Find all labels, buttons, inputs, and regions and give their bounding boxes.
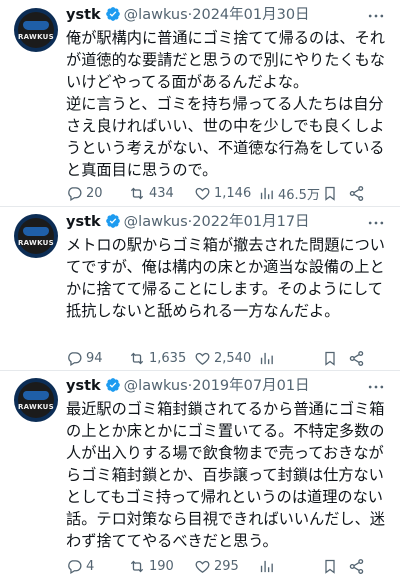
views-button[interactable]: [258, 558, 322, 575]
avatar-helmet: [18, 218, 54, 254]
verified-badge-icon: [105, 7, 120, 21]
reply-count: 20: [86, 185, 103, 201]
bookmark-icon: [325, 351, 335, 366]
more-options-icon[interactable]: [366, 213, 386, 233]
verified-badge-icon: [105, 378, 120, 392]
like-button[interactable]: 2,540: [194, 350, 258, 367]
bookmark-button[interactable]: [322, 350, 348, 367]
tweet-text: メトロの駅からゴミ箱が撤去された問題についてですが、俺は構内の床とか適当な設備の…: [66, 236, 385, 320]
share-button[interactable]: [348, 558, 368, 575]
share-icon: [349, 558, 364, 574]
share-icon: [349, 350, 364, 366]
retweet-icon: [130, 187, 144, 199]
share-icon: [349, 185, 364, 201]
views-chart-icon: [260, 560, 273, 572]
tweet-date[interactable]: 2019年07月01日: [192, 378, 309, 394]
avatar[interactable]: RAWKUS: [14, 8, 58, 52]
bookmark-icon: [325, 186, 335, 201]
avatar[interactable]: RAWKUS: [14, 214, 58, 258]
share-button[interactable]: [348, 350, 368, 367]
retweet-icon: [130, 352, 144, 364]
tweet-header: ystk @lawkus·2022年01月17日: [66, 212, 310, 232]
views-button[interactable]: 46.5万: [258, 184, 322, 203]
reply-count: 94: [86, 350, 103, 366]
tweet-header: ystk @lawkus·2024年01月30日: [66, 5, 310, 25]
like-button[interactable]: 295: [194, 558, 258, 575]
bookmark-button[interactable]: [322, 558, 348, 575]
heart-icon: [195, 352, 210, 365]
retweet-button[interactable]: 190: [128, 558, 194, 575]
avatar-helmet: [18, 12, 54, 48]
retweet-count: 434: [149, 185, 174, 201]
tweet[interactable]: RAWKUS ystk @lawkus·2019年07月01日 最近駅のゴミ箱封鎖…: [0, 370, 400, 579]
reply-icon: [68, 351, 82, 366]
avatar-visor: [23, 21, 49, 30]
reply-button[interactable]: 4: [66, 558, 128, 575]
bookmark-icon: [325, 559, 335, 574]
avatar-logo-text: RAWKUS: [17, 33, 55, 41]
display-name[interactable]: ystk: [66, 378, 101, 394]
reply-button[interactable]: 20: [66, 185, 128, 202]
reply-icon: [68, 559, 82, 574]
bookmark-button[interactable]: [322, 185, 348, 202]
user-handle[interactable]: @lawkus: [124, 7, 188, 23]
reply-count: 4: [86, 558, 95, 574]
reply-icon: [68, 186, 82, 201]
tweet-date[interactable]: 2024年01月30日: [192, 7, 309, 23]
like-count: 2,540: [214, 350, 252, 366]
user-handle[interactable]: @lawkus: [124, 378, 188, 394]
view-count: 46.5万: [278, 187, 320, 203]
avatar-visor: [23, 391, 49, 400]
like-count: 295: [214, 558, 239, 574]
avatar-helmet: [18, 382, 54, 418]
display-name[interactable]: ystk: [66, 7, 101, 23]
tweet-actions: 94 1,635 2,540: [66, 348, 384, 368]
more-options-icon[interactable]: [366, 6, 386, 26]
display-name[interactable]: ystk: [66, 214, 101, 230]
avatar[interactable]: RAWKUS: [14, 378, 58, 422]
retweet-icon: [130, 560, 144, 572]
retweet-button[interactable]: 434: [128, 185, 194, 202]
heart-icon: [195, 187, 210, 200]
retweet-count: 1,635: [149, 350, 187, 366]
tweet[interactable]: RAWKUS ystk @lawkus·2024年01月30日 俺が駅構内に普通に…: [0, 0, 400, 207]
reply-button[interactable]: 94: [66, 350, 128, 367]
more-options-icon[interactable]: [366, 377, 386, 397]
tweet-header: ystk @lawkus·2019年07月01日: [66, 376, 310, 396]
user-handle[interactable]: @lawkus: [124, 214, 188, 230]
avatar-logo-text: RAWKUS: [17, 239, 55, 247]
views-chart-icon: [260, 187, 273, 199]
avatar-logo-text: RAWKUS: [17, 403, 55, 411]
tweet[interactable]: RAWKUS ystk @lawkus·2022年01月17日 メトロの駅からゴミ…: [0, 206, 400, 371]
like-button[interactable]: 1,146: [194, 185, 258, 202]
verified-badge-icon: [105, 214, 120, 228]
like-count: 1,146: [214, 185, 252, 201]
heart-icon: [195, 560, 210, 573]
tweet-actions: 4 190 295: [66, 556, 384, 576]
views-chart-icon: [260, 352, 273, 364]
share-button[interactable]: [348, 185, 368, 202]
retweet-count: 190: [149, 558, 174, 574]
views-button[interactable]: [258, 350, 322, 367]
tweet-actions: 20 434 1,146 46.5万: [66, 183, 384, 203]
avatar-visor: [23, 227, 49, 236]
tweet-text: 俺が駅構内に普通にゴミ捨てて帰るのは、それが道徳的な要請だと思うので別にやりたく…: [66, 29, 385, 179]
tweet-text: 最近駅のゴミ箱封鎖されてるから普通にゴミ箱の上とか床とかにゴミ置いてる。不特定多…: [66, 400, 385, 550]
tweet-date[interactable]: 2022年01月17日: [192, 214, 309, 230]
retweet-button[interactable]: 1,635: [128, 350, 194, 367]
